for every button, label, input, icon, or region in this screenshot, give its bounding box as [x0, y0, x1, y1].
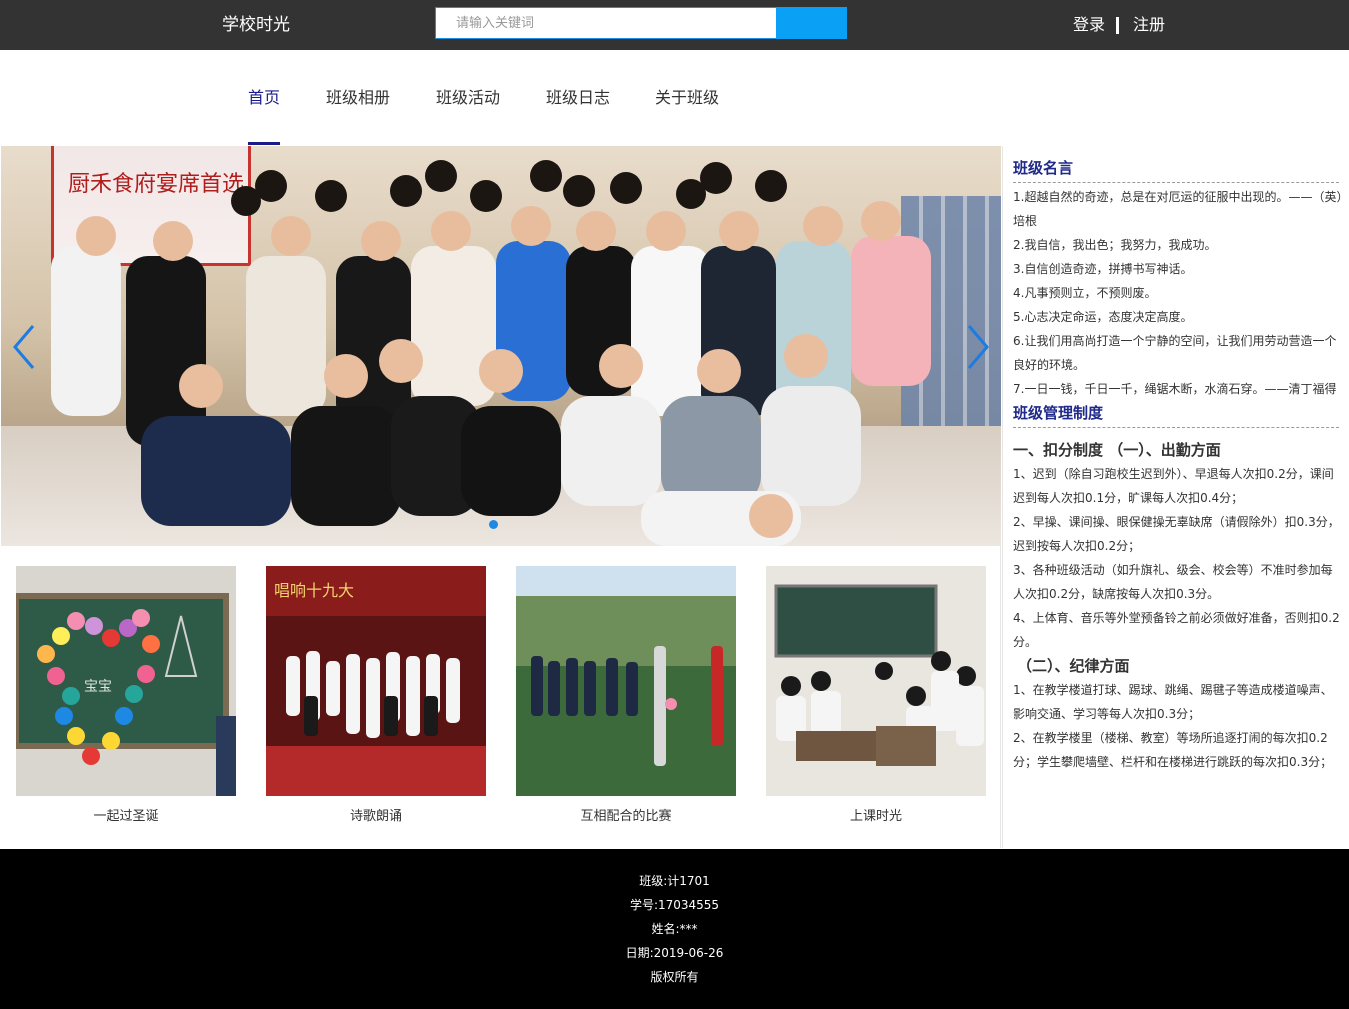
motto-item: 7.一日一钱，千日一千，绳锯木断，水滴石穿。——清丁福得 — [1013, 382, 1337, 396]
footer-name: 姓名:*** — [651, 922, 698, 936]
rule-item: 1、迟到（除自习跑校生迟到外）、早退每人次扣0.2分，课间迟到每人次扣0.1分，… — [1013, 467, 1334, 505]
rule-item: 3、各种班级活动（如升旗礼、级会、校会等）不准时参加每人次扣0.2分，缺席按每人… — [1013, 563, 1333, 601]
chevron-left-icon — [13, 325, 35, 369]
motto-item: 2.我自信，我出色；我努力，我成功。 — [1013, 238, 1217, 252]
svg-text:宝宝: 宝宝 — [84, 679, 112, 695]
attendance-rules: 1、迟到（除自习跑校生迟到外）、早退每人次扣0.2分，课间迟到每人次扣0.1分，… — [1013, 462, 1349, 654]
rule-item: 1、在教学楼道打球、踢球、跳绳、踢毽子等造成楼道噪声、影响交通、学习等每人次扣0… — [1013, 683, 1333, 721]
rules-title: 班级管理制度 — [1013, 403, 1339, 428]
rules-heading-discipline: （二）、纪律方面 — [1017, 657, 1130, 675]
chevron-right-icon — [967, 325, 989, 369]
motto-item: 4.凡事预则立，不预则废。 — [1013, 286, 1157, 300]
gallery-caption: 上课时光 — [849, 809, 902, 824]
footer-class: 班级:计1701 — [639, 874, 710, 888]
gallery-caption: 诗歌朗诵 — [349, 809, 402, 824]
active-tab-indicator — [248, 142, 280, 145]
site-title[interactable]: 学校时光 — [222, 13, 290, 37]
poetry-photo: 唱响十九大 — [266, 566, 486, 796]
gallery-thumb-christmas[interactable]: 宝宝 — [16, 566, 236, 796]
discipline-rules: 1、在教学楼道打球、踢球、跳绳、踢毽子等造成楼道噪声、影响交通、学习等每人次扣0… — [1013, 678, 1349, 774]
main-nav: 首页 班级相册 班级活动 班级日志 关于班级 — [0, 50, 1349, 146]
classroom-photo — [766, 566, 986, 796]
search-box[interactable] — [435, 7, 777, 39]
gallery-thumb-game[interactable] — [516, 566, 736, 796]
register-link[interactable]: 注册 — [1133, 14, 1165, 36]
gallery-thumb-poetry[interactable]: 唱响十九大 — [266, 566, 486, 796]
login-link[interactable]: 登录 — [1073, 14, 1105, 36]
carousel-prev-button[interactable] — [9, 322, 39, 372]
carousel-next-button[interactable] — [963, 322, 993, 372]
search-input[interactable] — [436, 8, 776, 38]
nav-item-album[interactable]: 班级相册 — [326, 87, 390, 109]
nav-item-home[interactable]: 首页 — [248, 87, 280, 109]
footer: 班级:计1701 学号:17034555 姓名:*** 日期:2019-06-2… — [0, 849, 1349, 1009]
rule-item: 2、早操、课间操、眼保健操无辜缺席（请假除外）扣0.3分，迟到按每人次扣0.2分… — [1013, 515, 1340, 553]
sidebar: 班级名言 1.超越自然的奇迹，总是在对厄运的征服中出现的。——（英）培根 2.我… — [1002, 146, 1349, 848]
search-button[interactable] — [776, 7, 847, 39]
banner-carousel[interactable]: 厨禾食府宴席首选 — [1, 146, 1001, 546]
rules-heading-attendance: 一、扣分制度 （一）、出勤方面 — [1013, 441, 1221, 459]
footer-date: 日期:2019-06-26 — [625, 946, 724, 960]
motto-item: 6.让我们用高尚打造一个宁静的空间，让我们用劳动营造一个良好的环境。 — [1013, 334, 1337, 372]
mottos-list: 1.超越自然的奇迹，总是在对厄运的征服中出现的。——（英）培根 2.我自信，我出… — [1013, 185, 1349, 399]
gallery-thumb-classroom[interactable] — [766, 566, 986, 796]
nav-item-about[interactable]: 关于班级 — [655, 87, 719, 109]
footer-student-id: 学号:17034555 — [629, 898, 720, 912]
motto-item: 1.超越自然的奇迹，总是在对厄运的征服中出现的。——（英）培根 — [1013, 190, 1343, 228]
motto-item: 5.心志决定命运，态度决定高度。 — [1013, 310, 1193, 324]
gallery-caption: 一起过圣诞 — [93, 809, 159, 824]
rule-item: 4、上体育、音乐等外堂预备铃之前必须做好准备，否则扣0.2分。 — [1013, 611, 1340, 649]
gallery-caption: 互相配合的比赛 — [580, 809, 672, 824]
group-photo-illustration — [51, 160, 931, 546]
rule-item: 2、在教学楼里（楼梯、教室）等场所追逐打闹的每次扣0.2分；学生攀爬墙壁、栏杆和… — [1013, 731, 1333, 769]
photo-gallery: 宝宝 一起过圣诞 唱响十九大 诗歌朗诵 互相配合的比赛 上课时光 — [1, 546, 1001, 848]
christmas-photo: 宝宝 — [16, 566, 236, 796]
carousel-dot[interactable] — [489, 520, 498, 529]
nav-item-activities[interactable]: 班级活动 — [436, 87, 500, 109]
auth-links: 登录 注册 — [1073, 14, 1165, 36]
footer-copyright: 版权所有 — [650, 970, 699, 984]
divider — [1116, 16, 1120, 34]
motto-item: 3.自信创造奇迹，拼搏书写神话。 — [1013, 262, 1193, 276]
game-photo — [516, 566, 736, 796]
mottos-title: 班级名言 — [1013, 158, 1339, 183]
top-bar: 学校时光 登录 注册 — [0, 0, 1349, 50]
nav-item-diary[interactable]: 班级日志 — [546, 87, 610, 109]
svg-text:唱响十九大: 唱响十九大 — [274, 581, 354, 600]
